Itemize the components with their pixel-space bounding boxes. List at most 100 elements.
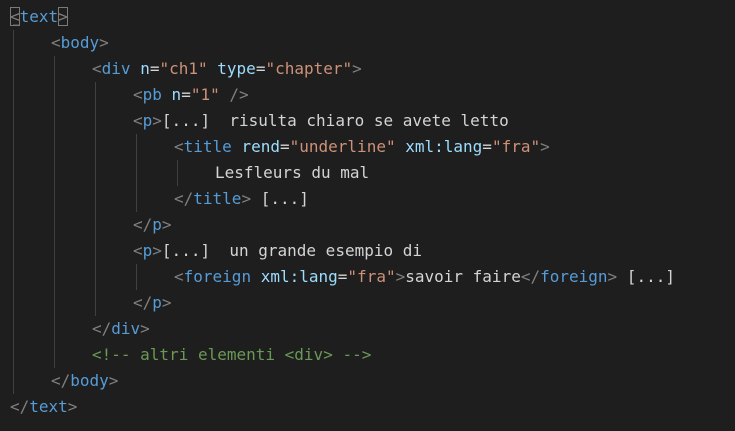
code-token-punct: </ bbox=[520, 267, 541, 286]
indent-guide bbox=[54, 186, 55, 212]
code-line[interactable]: </body> bbox=[0, 368, 735, 394]
code-token-comment: <!-- altri elementi <div> --> bbox=[92, 345, 372, 364]
indent-guide bbox=[54, 134, 55, 160]
code-token-text: [...] risulta chiaro se avete letto bbox=[161, 111, 509, 130]
code-line[interactable]: <!-- altri elementi <div> --> bbox=[0, 342, 735, 368]
code-token-str: "chapter" bbox=[265, 59, 353, 78]
code-token-punct: > bbox=[67, 397, 78, 416]
indent-guide bbox=[54, 342, 55, 368]
code-token-punct: > bbox=[540, 137, 550, 156]
indent-guide bbox=[54, 212, 55, 238]
code-token-punct: > bbox=[140, 319, 150, 338]
code-token-punct: > bbox=[152, 111, 162, 130]
code-line[interactable]: </div> bbox=[0, 316, 735, 342]
code-line[interactable]: <div n="ch1" type="chapter"> bbox=[0, 56, 735, 82]
code-token-tag: p bbox=[152, 293, 162, 312]
code-token-tag: title bbox=[183, 137, 232, 156]
code-token-text: = bbox=[255, 59, 266, 78]
code-token-attr: xml:lang bbox=[260, 267, 338, 286]
code-token-attr: n bbox=[140, 59, 150, 78]
indent-guide bbox=[136, 264, 137, 290]
code-line[interactable]: <foreign xml:lang="fra">savoir faire</fo… bbox=[0, 264, 735, 290]
code-line[interactable]: <p>[...] un grande esempio di bbox=[0, 238, 735, 264]
code-token-punct: < bbox=[174, 137, 184, 156]
code-line[interactable]: <p>[...] risulta chiaro se avete letto bbox=[0, 108, 735, 134]
indent-guide bbox=[54, 56, 55, 82]
code-token-text: savoir faire bbox=[405, 267, 521, 286]
indent-guide bbox=[13, 108, 14, 134]
code-token-text: [...] bbox=[617, 267, 675, 286]
code-token-punct: < bbox=[133, 85, 143, 104]
indent-guide bbox=[95, 160, 96, 186]
indent-guide bbox=[13, 82, 14, 108]
indent-guide bbox=[95, 82, 96, 108]
code-token-punct: < bbox=[10, 7, 20, 26]
code-line[interactable]: </text> bbox=[0, 394, 735, 420]
indent-guide bbox=[136, 134, 137, 160]
code-token-text: = bbox=[482, 137, 492, 156]
code-token-punct: </ bbox=[133, 293, 153, 312]
code-token-punct: < bbox=[133, 241, 143, 260]
indent-guide bbox=[13, 290, 14, 316]
code-token-tag: foreign bbox=[183, 267, 252, 286]
indent-guide bbox=[54, 108, 55, 134]
code-token-text: = bbox=[337, 267, 348, 286]
code-token-tag: div bbox=[111, 319, 141, 338]
code-line[interactable]: <text> bbox=[0, 4, 735, 30]
code-line[interactable]: </title> [...] bbox=[0, 186, 735, 212]
indent-guide bbox=[95, 290, 96, 316]
indent-guide bbox=[177, 160, 178, 186]
code-token-punct: > bbox=[241, 189, 252, 208]
code-line[interactable]: Lesfleurs du mal bbox=[0, 160, 735, 186]
code-editor[interactable]: … <text> <body> <div n="ch1" type="chapter… bbox=[0, 0, 735, 431]
code-token-punct: < bbox=[51, 33, 61, 52]
code-token-str: "ch1" bbox=[159, 59, 208, 78]
indent-guide bbox=[95, 264, 96, 290]
indent-guide bbox=[54, 160, 55, 186]
code-line[interactable]: </p> bbox=[0, 212, 735, 238]
indent-guide bbox=[95, 238, 96, 264]
indent-guide bbox=[95, 134, 96, 160]
indent-guide bbox=[13, 160, 14, 186]
indent-guide bbox=[54, 238, 55, 264]
code-token-punct: > bbox=[99, 33, 109, 52]
indent-guide bbox=[13, 264, 14, 290]
indent-guide bbox=[13, 316, 14, 342]
code-token-punct: > bbox=[58, 7, 68, 26]
code-token-punct: > bbox=[161, 293, 172, 312]
code-token-punct: < bbox=[92, 59, 102, 78]
code-token-punct: </ bbox=[51, 371, 71, 390]
code-token-attr: rend bbox=[241, 137, 280, 156]
indent-guide bbox=[13, 368, 14, 394]
indent-guide bbox=[13, 238, 14, 264]
code-line[interactable]: <title rend="underline" xml:lang="fra"> bbox=[0, 134, 735, 160]
indent-guide bbox=[13, 342, 14, 368]
code-line[interactable]: <pb n="1" /> bbox=[0, 82, 735, 108]
code-token-text: [...] bbox=[251, 189, 309, 208]
code-token-tag: p bbox=[142, 111, 153, 130]
code-token-punct: < bbox=[174, 267, 184, 286]
indent-guide bbox=[136, 186, 137, 212]
code-token-attr: type bbox=[217, 59, 256, 78]
indent-guide bbox=[13, 134, 14, 160]
code-token-punct: < bbox=[133, 111, 143, 130]
indent-guide bbox=[136, 160, 137, 186]
code-token-text: = bbox=[181, 85, 191, 104]
code-token-str: "underline" bbox=[289, 137, 396, 156]
code-token-tag: body bbox=[60, 33, 100, 52]
indent-guide bbox=[13, 30, 14, 56]
code-token-tag: text bbox=[19, 7, 59, 26]
code-token-punct: /> bbox=[229, 85, 249, 104]
indent-guide bbox=[13, 56, 14, 82]
code-token-str: "1" bbox=[190, 85, 220, 104]
code-line[interactable]: </p> bbox=[0, 290, 735, 316]
indent-guide bbox=[54, 290, 55, 316]
code-line[interactable]: <body> bbox=[0, 30, 735, 56]
code-token-tag: div bbox=[101, 59, 131, 78]
